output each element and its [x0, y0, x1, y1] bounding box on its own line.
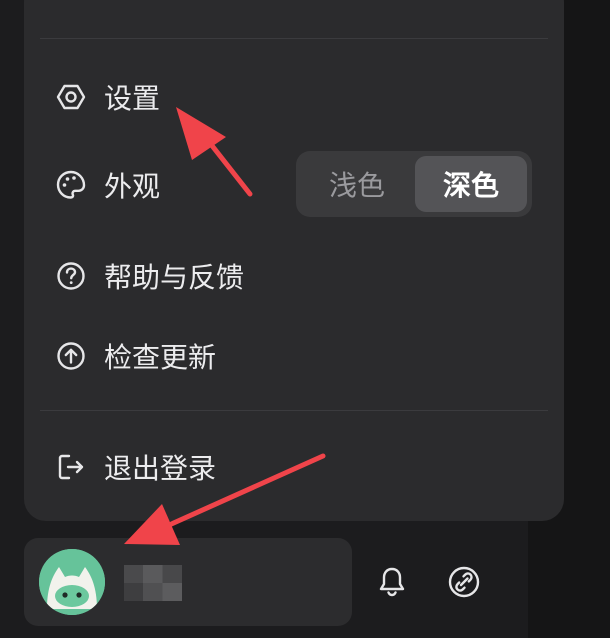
menu-item-settings[interactable]: 设置 [24, 69, 354, 125]
menu-item-help[interactable]: 帮助与反馈 [24, 248, 354, 304]
theme-toggle: 浅色 深色 [296, 151, 532, 217]
cat-avatar-icon[interactable] [39, 549, 105, 615]
menu-item-label: 帮助与反馈 [104, 261, 245, 294]
username-blurred [124, 565, 182, 601]
user-profile-bar[interactable] [24, 538, 352, 626]
menu-item-label: 检查更新 [104, 341, 217, 374]
settings-hex-icon [54, 80, 88, 114]
menu-item-update[interactable]: 检查更新 [24, 328, 354, 384]
menu-item-label: 外观 [104, 170, 161, 203]
link-icon[interactable] [442, 560, 486, 604]
upload-circle-icon [54, 339, 88, 373]
menu-item-logout[interactable]: 退出登录 [24, 439, 354, 495]
palette-icon [54, 168, 88, 202]
theme-option-light[interactable]: 浅色 [301, 156, 413, 212]
bell-icon[interactable] [370, 560, 414, 604]
help-circle-icon [54, 259, 88, 293]
theme-option-dark[interactable]: 深色 [415, 156, 527, 212]
logout-icon [54, 450, 88, 484]
menu-item-label: 设置 [104, 82, 161, 115]
menu-item-label: 退出登录 [104, 452, 217, 485]
divider-top [40, 38, 548, 39]
user-menu: 设置 外观 浅色 深色 帮助与反馈 检查更新 退出登录 [24, 0, 564, 521]
divider-bottom [40, 410, 548, 411]
